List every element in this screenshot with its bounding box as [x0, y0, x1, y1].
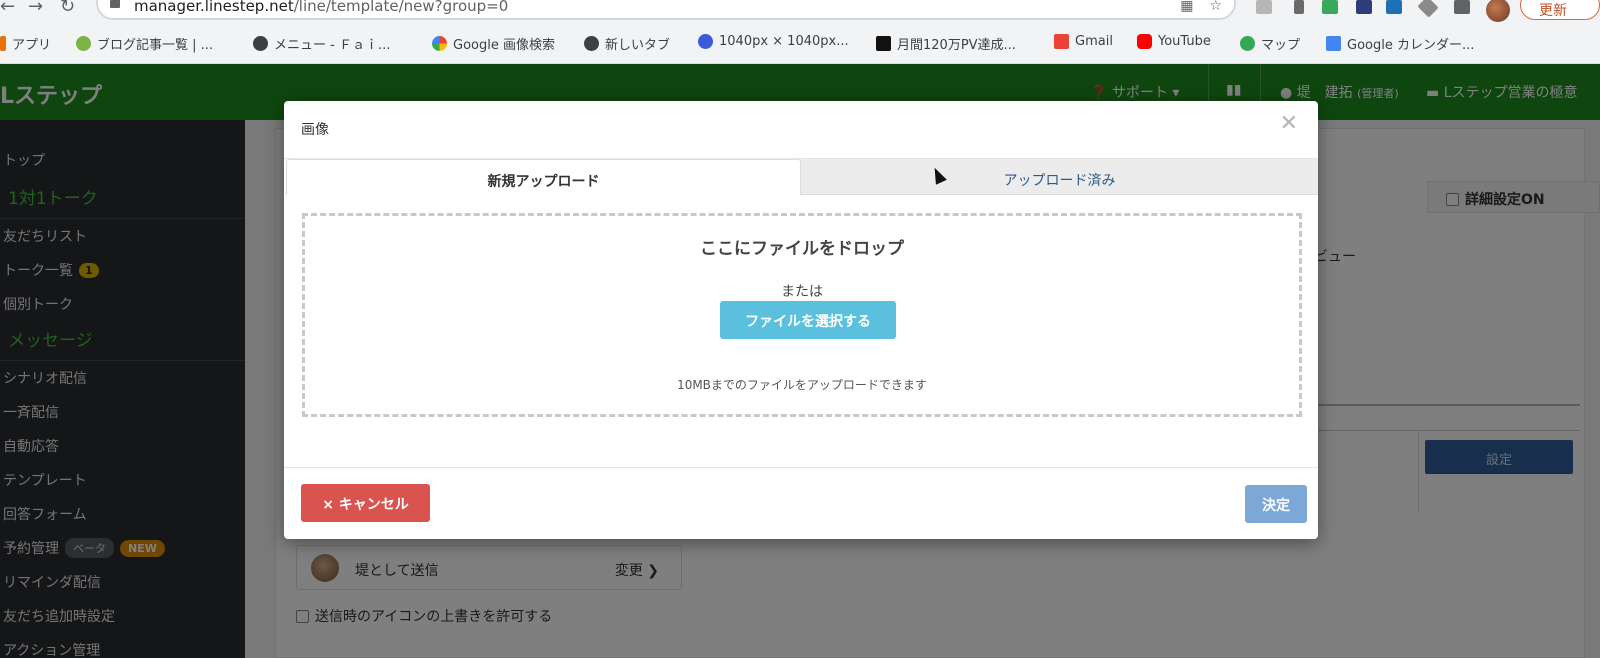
calendar-icon — [1326, 36, 1341, 51]
lock-icon — [110, 0, 120, 8]
file-drop-zone[interactable]: ここにファイルをドロップ または ファイルを選択する 10MBまでのファイルをア… — [302, 213, 1302, 417]
globe-icon — [584, 36, 599, 51]
select-file-button[interactable]: ファイルを選択する — [720, 301, 896, 339]
profile-avatar[interactable] — [1486, 0, 1510, 22]
bookmark-menu[interactable]: メニュー - Ｆａｉ... — [253, 34, 390, 53]
tab-uploaded[interactable]: アップロード済み — [801, 159, 1318, 195]
bookmark-gmail[interactable]: Gmail — [1054, 34, 1113, 49]
forward-icon[interactable]: → — [28, 0, 43, 17]
modal-title: 画像 — [301, 122, 329, 138]
drop-title: ここにファイルをドロップ — [700, 239, 904, 259]
reload-icon[interactable]: ↻ — [60, 0, 75, 17]
address-bar[interactable]: manager.linestep.net/line/template/new?g… — [96, 0, 1236, 20]
youtube-icon — [1137, 34, 1152, 49]
bookmark-new-tab[interactable]: 新しいタブ — [584, 34, 670, 53]
qr-code-icon[interactable]: ▦ — [1180, 0, 1193, 14]
drop-or-label: または — [781, 284, 823, 300]
extension-tag-icon[interactable] — [1417, 0, 1439, 18]
file-size-note: 10MBまでのファイルをアップロードできます — [677, 378, 927, 392]
bookmark-site-icon — [76, 36, 91, 51]
globe-icon — [253, 36, 268, 51]
w-icon — [876, 36, 891, 51]
bookmark-youtube[interactable]: YouTube — [1137, 34, 1211, 49]
maps-icon — [1240, 36, 1255, 51]
cancel-button[interactable]: × キャンセル — [301, 484, 430, 522]
extension-r-icon[interactable] — [1356, 0, 1372, 14]
bookmark-calendar[interactable]: Google カレンダー... — [1326, 34, 1474, 53]
gmail-icon — [1054, 34, 1069, 49]
extension-s-icon[interactable] — [1386, 0, 1402, 14]
site-icon — [698, 34, 713, 49]
extension-sheets-icon[interactable] — [1322, 0, 1338, 14]
tab-new-upload[interactable]: 新規アップロード — [286, 159, 801, 195]
extension-code-icon[interactable] — [1256, 0, 1272, 14]
bookmark-star-icon[interactable]: ☆ — [1209, 0, 1222, 14]
close-icon[interactable]: ✕ — [1280, 113, 1298, 135]
apps-grid-icon — [0, 36, 6, 51]
google-icon — [432, 36, 447, 51]
bookmark-maps[interactable]: マップ — [1240, 34, 1300, 53]
bookmark-google-images[interactable]: Google 画像検索 — [432, 34, 555, 53]
url-text: manager.linestep.net/line/template/new?g… — [134, 0, 509, 15]
bookmark-blog[interactable]: ブログ記事一覧 | ... — [76, 34, 213, 53]
browser-toolbar: ← → ↻ manager.linestep.net/line/template… — [0, 0, 1600, 22]
close-icon: × — [322, 497, 334, 513]
update-button[interactable]: 更新 — [1520, 0, 1600, 20]
extension-book-icon[interactable] — [1294, 0, 1304, 14]
modal-footer-divider — [284, 467, 1318, 468]
bookmark-pv[interactable]: 月間120万PV達成... — [876, 34, 1016, 53]
image-modal: 画像 ✕ 新規アップロード アップロード済み ここにファイルをドロップ または … — [284, 101, 1318, 539]
extensions-puzzle-icon[interactable] — [1454, 0, 1470, 14]
bookmark-1040px[interactable]: 1040px × 1040px... — [698, 34, 849, 49]
bookmarks-bar: アプリ ブログ記事一覧 | ... メニュー - Ｆａｉ... Google 画… — [0, 22, 1600, 64]
back-icon[interactable]: ← — [0, 0, 15, 17]
confirm-button[interactable]: 決定 — [1245, 485, 1307, 523]
bookmark-apps[interactable]: アプリ — [0, 34, 51, 53]
